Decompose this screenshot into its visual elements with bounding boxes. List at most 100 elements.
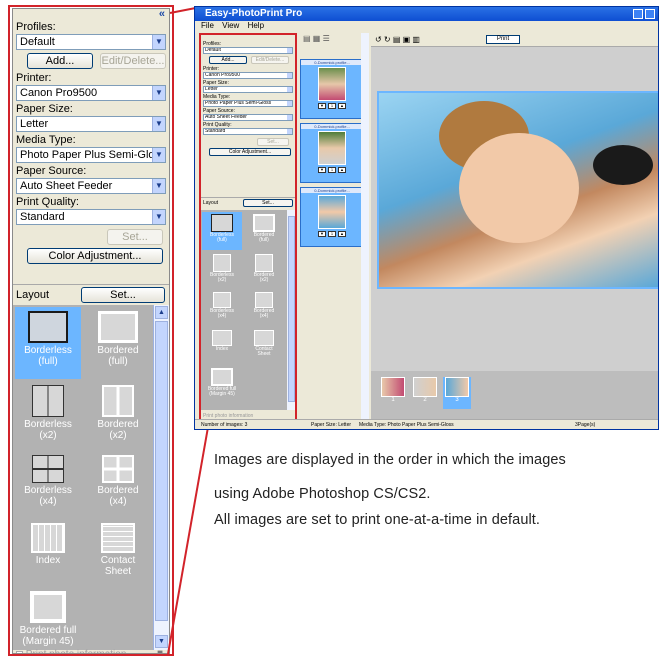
page-thumb-image	[381, 377, 405, 397]
mini-layout-bordered-x4[interactable]: Bordered (x4)	[244, 290, 284, 326]
mini-layout-preview	[255, 292, 273, 308]
layout-bordered-full-margin45[interactable]: Bordered full (Margin 45)	[15, 587, 81, 649]
layout-row: Layout Set...	[13, 284, 169, 306]
layout-bordered-x4[interactable]: Bordered (x4)	[85, 451, 151, 517]
copies-value[interactable]: 1	[328, 103, 336, 109]
menu-file[interactable]: File	[201, 21, 214, 30]
layout-bordered-x2[interactable]: Bordered (x2)	[85, 381, 151, 449]
layout-borderless-full[interactable]: Borderless (full)	[15, 307, 81, 379]
strip-photo-2	[318, 131, 346, 165]
mini-paper-size-select[interactable]: Letter	[203, 86, 293, 93]
paper-size-label: Paper Size:	[16, 103, 73, 115]
mini-color-adjustment-button[interactable]: Color Adjustment...	[209, 148, 291, 156]
page-thumb-image	[413, 377, 437, 397]
mini-layout-scrollbar[interactable]	[287, 210, 295, 410]
paper-size-select[interactable]: Letter ▼	[16, 116, 166, 132]
maximize-icon[interactable]	[645, 9, 655, 19]
copies-value[interactable]: 1	[328, 231, 336, 237]
app-window: Easy-PhotoPrint Pro File View Help Profi…	[194, 6, 659, 430]
layout-set-button[interactable]: Set...	[81, 287, 165, 303]
print-button[interactable]: Print	[486, 35, 520, 44]
set-quality-button[interactable]: Set...	[107, 229, 163, 245]
layout-borderless-x4[interactable]: Borderless (x4)	[15, 451, 81, 517]
mini-layout-bordered-x2[interactable]: Bordered (x2)	[244, 252, 284, 288]
chevron-down-icon: ▼	[152, 210, 165, 224]
decrement-icon[interactable]: ▼	[318, 231, 326, 237]
menu-view[interactable]: View	[222, 21, 239, 30]
photo-face	[459, 133, 579, 243]
strip-item-3[interactable]: 0-Dommick.profile... ▼ 1 ▲	[300, 187, 364, 247]
print-photo-info-checkbox[interactable]: Print photo information ■	[13, 648, 169, 653]
layout-scrollbar[interactable]: ▲ ▼	[153, 305, 169, 650]
printer-select[interactable]: Canon Pro9500 ▼	[16, 85, 166, 101]
mini-profiles-select[interactable]: Default	[203, 47, 293, 54]
layout-contact-sheet[interactable]: Contact Sheet	[85, 519, 151, 581]
mini-layout-preview	[212, 330, 232, 346]
bordered-x4-preview	[102, 455, 134, 483]
mini-settings-panel: Profiles: Default Add... Edit/Delete... …	[199, 33, 297, 425]
scroll-thumb[interactable]	[155, 321, 168, 621]
strip-scrollbar[interactable]	[361, 33, 369, 419]
paper-source-value: Auto Sheet Feeder	[20, 180, 113, 192]
mini-caption-4: Bordered (x2)	[253, 272, 275, 283]
strip-item-name: 0-Dommick.profile...	[301, 188, 363, 193]
mini-profile-buttons: Add... Edit/Delete...	[201, 55, 295, 66]
layout-index[interactable]: Index	[15, 519, 81, 581]
page-thumb-2[interactable]: 2	[411, 377, 439, 409]
increment-icon[interactable]: ▲	[338, 103, 346, 109]
sort-icon[interactable]: ▤ ▦ ☰	[303, 34, 330, 43]
rotate-icon[interactable]: ↺ ↻ ▤ ▣ ▥	[375, 35, 420, 44]
strip-item-2[interactable]: 0-Dommick.profile... ▼ 1 ▲	[300, 123, 364, 183]
mini-layout-borderless-x4[interactable]: Borderless (x4)	[202, 290, 242, 326]
strip-item-1[interactable]: 0-Dommick.profile... ▼ 1 ▲	[300, 59, 364, 119]
copies-value[interactable]: 1	[328, 167, 336, 173]
page-thumb-1[interactable]: 1	[379, 377, 407, 409]
description-line-2: using Adobe Photoshop CS/CS2.	[214, 486, 431, 502]
zoomed-settings-panel: « Profiles: Default ▼ Add... Edit/Delete.…	[12, 8, 170, 654]
preview-toolbar: ↺ ↻ ▤ ▣ ▥ Print	[371, 33, 658, 47]
mini-layout-bordered-full[interactable]: Bordered (full)	[244, 212, 284, 250]
mini-caption-3: Borderless (x2)	[210, 272, 234, 283]
mini-layout-borderless-x2[interactable]: Borderless (x2)	[202, 252, 242, 288]
minimize-icon[interactable]	[633, 9, 643, 19]
mini-layout-contact-sheet[interactable]: Contact Sheet	[244, 328, 284, 362]
menu-help[interactable]: Help	[248, 21, 264, 30]
mini-printer-select[interactable]: Canon Pro9500	[203, 72, 293, 79]
layout-borderless-x2[interactable]: Borderless (x2)	[15, 381, 81, 449]
layout-caption-6: Bordered (x4)	[97, 485, 139, 507]
borderless-x4-preview	[32, 455, 64, 483]
increment-icon[interactable]: ▲	[338, 167, 346, 173]
paper-source-select[interactable]: Auto Sheet Feeder ▼	[16, 178, 166, 194]
collapse-panel-icon[interactable]: «	[159, 9, 165, 20]
layout-bordered-full[interactable]: Bordered (full)	[85, 307, 151, 379]
page-thumb-3[interactable]: 3	[443, 377, 471, 409]
mini-scroll-thumb[interactable]	[288, 216, 295, 402]
mini-print-quality-select[interactable]: Standard	[203, 128, 293, 135]
layout-caption-7: Index	[35, 555, 61, 566]
scroll-down-icon[interactable]: ▼	[155, 635, 168, 648]
mini-set-quality-button[interactable]: Set...	[257, 138, 289, 146]
mini-layout-set-button[interactable]: Set...	[243, 199, 293, 207]
decrement-icon[interactable]: ▼	[318, 167, 326, 173]
mini-paper-source-select[interactable]: Auto Sheet Feeder	[203, 114, 293, 121]
media-type-select[interactable]: Photo Paper Plus Semi-Gloss ▼	[16, 147, 166, 163]
print-quality-value: Standard	[20, 211, 65, 223]
print-quality-select[interactable]: Standard ▼	[16, 209, 166, 225]
mini-media-type-select[interactable]: Photo Paper Plus Semi-Gloss	[203, 100, 293, 107]
color-adjustment-button[interactable]: Color Adjustment...	[27, 248, 163, 264]
add-profile-button[interactable]: Add...	[27, 53, 93, 69]
increment-icon[interactable]: ▲	[338, 231, 346, 237]
decrement-icon[interactable]: ▼	[318, 103, 326, 109]
profiles-select[interactable]: Default ▼	[16, 34, 166, 50]
mini-layout-bordered-margin45[interactable]: Bordered full (Margin 45)	[202, 366, 242, 406]
mini-add-button[interactable]: Add...	[209, 56, 247, 64]
mini-layout-borderless-full[interactable]: Borderless (full)	[202, 212, 242, 250]
mini-caption-8: Contact Sheet	[255, 346, 273, 357]
mini-layout-index[interactable]: Index	[202, 328, 242, 362]
preview-area: ↺ ↻ ▤ ▣ ▥ Print	[371, 33, 658, 371]
scroll-up-icon[interactable]: ▲	[155, 306, 168, 319]
print-quality-label: Print Quality:	[16, 196, 79, 208]
contact-sheet-preview	[101, 523, 135, 553]
mini-edit-delete-button[interactable]: Edit/Delete...	[251, 56, 289, 64]
edit-delete-button[interactable]: Edit/Delete...	[100, 53, 166, 69]
